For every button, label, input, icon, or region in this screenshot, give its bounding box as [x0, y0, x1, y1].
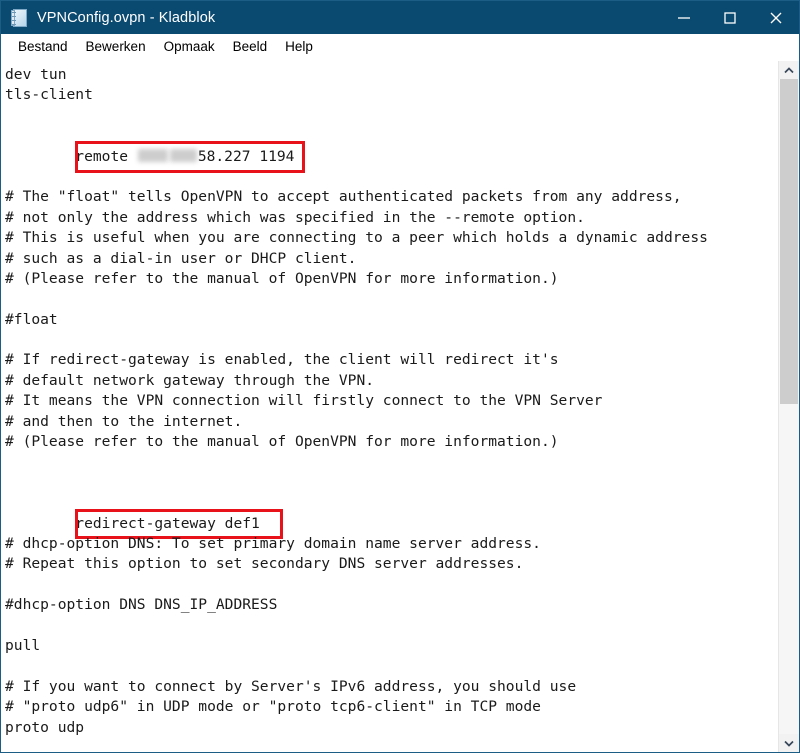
title-bar-left: VPNConfig.ovpn - Kladblok — [1, 8, 216, 27]
config-line: tls-client — [5, 86, 93, 104]
config-line: # If redirect-gateway is enabled, the cl… — [5, 351, 559, 369]
notepad-window: VPNConfig.ovpn - Kladblok Bestand Bewerk… — [0, 0, 800, 753]
config-line: # and then to the internet. — [5, 412, 243, 430]
config-line: # dhcp-option DNS: To set primary domain… — [5, 534, 541, 552]
config-line-blank — [5, 330, 778, 350]
config-line-blank — [5, 167, 778, 187]
config-line-blank — [5, 738, 778, 752]
config-line-blank — [5, 656, 778, 676]
config-line: # It means the VPN connection will first… — [5, 392, 603, 410]
config-line: dev tun — [5, 66, 67, 83]
config-line-blank — [5, 616, 778, 636]
remote-config-line: remote 58.227 1194 — [5, 126, 778, 173]
config-line: # This is useful when you are connecting… — [5, 229, 708, 247]
scrollbar-track[interactable] — [779, 79, 799, 734]
content-row: dev tun tls-client remote 58.227 1194 # … — [1, 61, 799, 752]
config-line-blank — [5, 514, 778, 534]
minimize-button[interactable] — [661, 1, 707, 34]
window-controls — [661, 1, 799, 34]
close-button[interactable] — [753, 1, 799, 34]
notepad-icon — [11, 8, 28, 27]
config-line-blank — [5, 289, 778, 309]
config-line-blank — [5, 147, 778, 167]
chevron-down-icon[interactable] — [779, 734, 799, 752]
config-line: proto udp — [5, 718, 85, 736]
vertical-scrollbar[interactable] — [778, 61, 799, 752]
scrollbar-thumb[interactable] — [780, 79, 798, 404]
config-line: # If you want to connect by Server's IPv… — [5, 677, 577, 695]
config-line: #float — [5, 310, 58, 328]
config-line: # "proto udp6" in UDP mode or "proto tcp… — [5, 698, 541, 716]
redirect-gateway-config-line: redirect-gateway def1 — [5, 493, 778, 539]
menu-item-bestand[interactable]: Bestand — [9, 37, 77, 57]
window-title: VPNConfig.ovpn - Kladblok — [37, 9, 216, 26]
menu-bar: Bestand Bewerken Opmaak Beeld Help — [1, 34, 799, 61]
menu-item-help[interactable]: Help — [276, 37, 322, 57]
menu-item-beeld[interactable]: Beeld — [224, 37, 277, 57]
config-line: # Repeat this option to set secondary DN… — [5, 555, 524, 573]
chevron-up-icon[interactable] — [779, 61, 799, 79]
config-line-blank — [5, 452, 778, 472]
config-line: #dhcp-option DNS DNS_IP_ADDRESS — [5, 596, 278, 614]
title-bar: VPNConfig.ovpn - Kladblok — [1, 1, 799, 34]
config-line-blank — [5, 473, 778, 493]
config-line: # (Please refer to the manual of OpenVPN… — [5, 433, 559, 451]
maximize-button[interactable] — [707, 1, 753, 34]
config-line: # default network gateway through the VP… — [5, 371, 375, 389]
config-line: # The "float" tells OpenVPN to accept au… — [5, 188, 682, 206]
menu-item-bewerken[interactable]: Bewerken — [77, 37, 155, 57]
config-line-blank — [5, 106, 778, 126]
menu-item-opmaak[interactable]: Opmaak — [155, 37, 224, 57]
config-line: # such as a dial-in user or DHCP client. — [5, 249, 357, 267]
config-line: # not only the address which was specifi… — [5, 208, 585, 226]
text-editor-area[interactable]: dev tun tls-client remote 58.227 1194 # … — [1, 61, 778, 752]
config-line-blank — [5, 575, 778, 595]
config-line: pull — [5, 636, 41, 654]
config-line: # (Please refer to the manual of OpenVPN… — [5, 269, 559, 287]
